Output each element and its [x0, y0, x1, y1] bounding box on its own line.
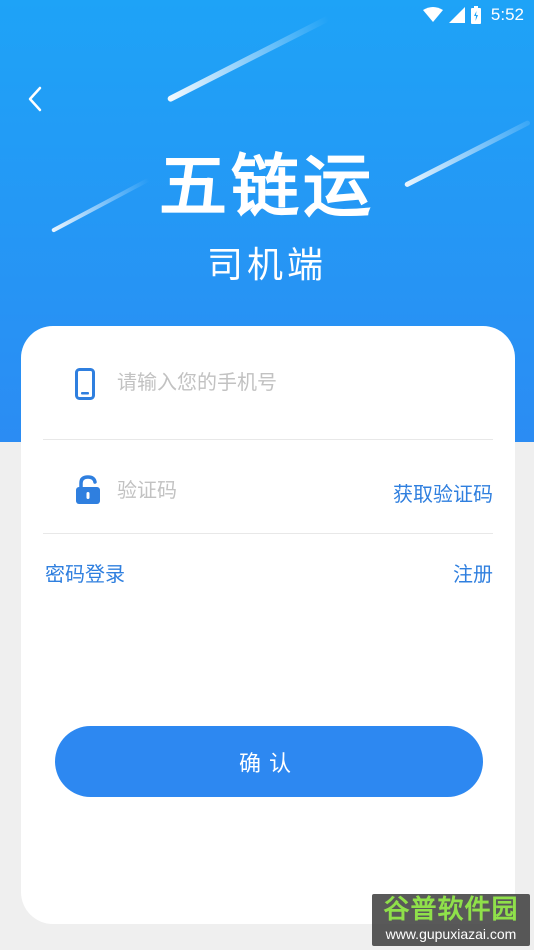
- phone-row: [43, 362, 493, 406]
- divider: [43, 533, 493, 534]
- password-login-link[interactable]: 密码登录: [45, 558, 125, 587]
- get-code-button[interactable]: 获取验证码: [393, 478, 493, 507]
- app-brand-title: 五链运: [158, 148, 375, 227]
- login-card: 获取验证码 密码登录 注册 确认: [21, 326, 515, 924]
- lock-icon: [76, 475, 100, 504]
- verification-code-input[interactable]: [117, 478, 317, 502]
- watermark-logo: 谷普软件园 www.gupuxiazai.com: [372, 894, 530, 946]
- divider: [43, 439, 493, 440]
- signal-icon: [448, 7, 465, 23]
- watermark-title: 谷普软件园: [383, 895, 519, 925]
- phone-input[interactable]: [117, 370, 367, 394]
- confirm-button[interactable]: 确认: [55, 726, 483, 797]
- phone-icon: [75, 368, 95, 400]
- app-subtitle: 司机端: [206, 245, 327, 286]
- status-time: 5:52: [490, 5, 524, 24]
- back-chevron-icon[interactable]: [24, 84, 48, 114]
- status-bar: 5:52: [0, 0, 534, 30]
- battery-icon: [470, 6, 481, 24]
- watermark-url: www.gupuxiazai.com: [385, 926, 517, 942]
- register-link[interactable]: 注册: [453, 558, 493, 587]
- wifi-icon: [422, 7, 443, 22]
